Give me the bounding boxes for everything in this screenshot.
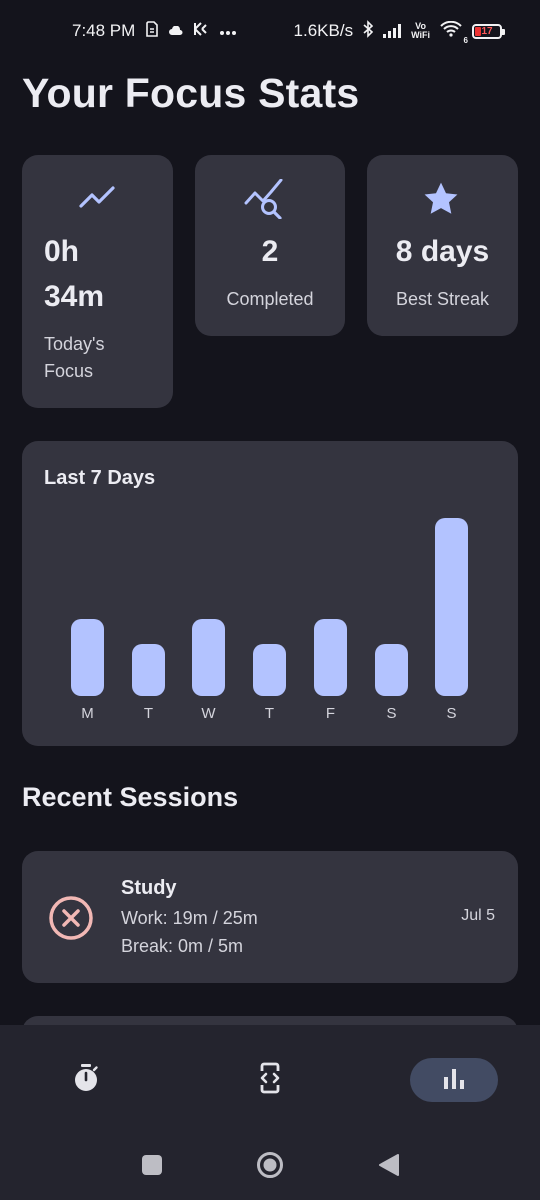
timer-icon bbox=[72, 1063, 100, 1098]
chart-day-label: S bbox=[446, 705, 457, 722]
wifi-sub-label: 6 bbox=[463, 35, 468, 45]
chart-bar bbox=[375, 644, 408, 696]
system-back-button[interactable] bbox=[376, 1150, 402, 1184]
cloud-icon bbox=[169, 21, 183, 41]
chart-bar bbox=[71, 619, 104, 696]
volte-wifi-badge: Vo WiFi bbox=[411, 22, 430, 40]
cancel-circle-icon bbox=[47, 894, 95, 947]
streak-label: Best Streak bbox=[395, 289, 490, 309]
query-stats-icon bbox=[243, 178, 287, 224]
session-break: Break: 0m / 5m bbox=[121, 936, 244, 956]
chart-card-last-7-days: Last 7 Days M T W T F S S bbox=[22, 441, 518, 746]
chart-day-label: T bbox=[143, 705, 154, 722]
more-dots-icon bbox=[219, 21, 237, 41]
status-right: 1.6KB/s Vo WiFi 6 17 bbox=[293, 19, 505, 45]
square-icon bbox=[141, 1154, 163, 1181]
chart-bar bbox=[192, 619, 225, 696]
status-bar: 7:48 PM 1.6KB/s Vo WiFi 6 17 bbox=[0, 0, 540, 62]
chart-day-label: W bbox=[201, 705, 216, 722]
stat-card-best-streak: 8 days Best Streak bbox=[367, 155, 518, 336]
battery-icon: 17 bbox=[472, 23, 505, 39]
focus-minutes: 34m bbox=[44, 280, 105, 313]
session-title: Study bbox=[121, 877, 177, 899]
streak-value: 8 days bbox=[395, 235, 490, 268]
back-triangle-icon bbox=[378, 1153, 400, 1182]
chart-day-label: T bbox=[264, 705, 275, 722]
wifi-icon: 6 bbox=[440, 20, 468, 45]
chart-bar bbox=[435, 518, 468, 696]
app-code-icon bbox=[257, 1062, 283, 1099]
chart-day-label: S bbox=[386, 705, 397, 722]
chart-bar bbox=[132, 644, 165, 696]
chart-bar bbox=[253, 644, 286, 696]
recent-sessions-title: Recent Sessions bbox=[22, 782, 239, 812]
focus-hours: 0h bbox=[44, 235, 80, 268]
signal-icon bbox=[383, 24, 402, 38]
bluetooth-icon bbox=[363, 19, 374, 43]
session-date: Jul 5 bbox=[461, 907, 495, 924]
app-notification-icon bbox=[193, 21, 209, 41]
trending-up-icon bbox=[78, 183, 118, 216]
focus-label-line2: Focus bbox=[44, 361, 94, 381]
session-work: Work: 19m / 25m bbox=[121, 908, 258, 928]
chart-title: Last 7 Days bbox=[44, 467, 156, 489]
nav-timer-button[interactable] bbox=[64, 1058, 108, 1102]
system-recents-button[interactable] bbox=[140, 1150, 164, 1184]
chart-day-label: F bbox=[325, 705, 336, 722]
nav-app-code-button[interactable] bbox=[248, 1058, 292, 1102]
star-icon bbox=[422, 181, 460, 222]
home-circle-icon bbox=[256, 1151, 284, 1184]
battery-level: 17 bbox=[481, 25, 493, 37]
stat-card-today-focus: 0h 34m Today's Focus bbox=[22, 155, 173, 408]
page-title: Your Focus Stats bbox=[22, 70, 360, 116]
sim-icon bbox=[145, 20, 159, 42]
status-left: 7:48 PM bbox=[72, 20, 237, 42]
completed-value: 2 bbox=[261, 235, 279, 268]
completed-label: Completed bbox=[226, 289, 314, 309]
network-speed: 1.6KB/s bbox=[293, 21, 354, 40]
volte-bottom-label: WiFi bbox=[411, 30, 430, 40]
focus-label-line1: Today's bbox=[44, 334, 105, 354]
chart-day-label: M bbox=[81, 705, 94, 722]
system-home-button[interactable] bbox=[254, 1150, 286, 1184]
chart-bar bbox=[314, 619, 347, 696]
nav-stats-button[interactable] bbox=[410, 1058, 498, 1102]
bar-chart-icon bbox=[442, 1067, 466, 1094]
session-card[interactable]: Study Work: 19m / 25m Break: 0m / 5m Jul… bbox=[22, 851, 518, 983]
stat-card-completed: 2 Completed bbox=[195, 155, 345, 336]
status-time: 7:48 PM bbox=[72, 21, 136, 40]
